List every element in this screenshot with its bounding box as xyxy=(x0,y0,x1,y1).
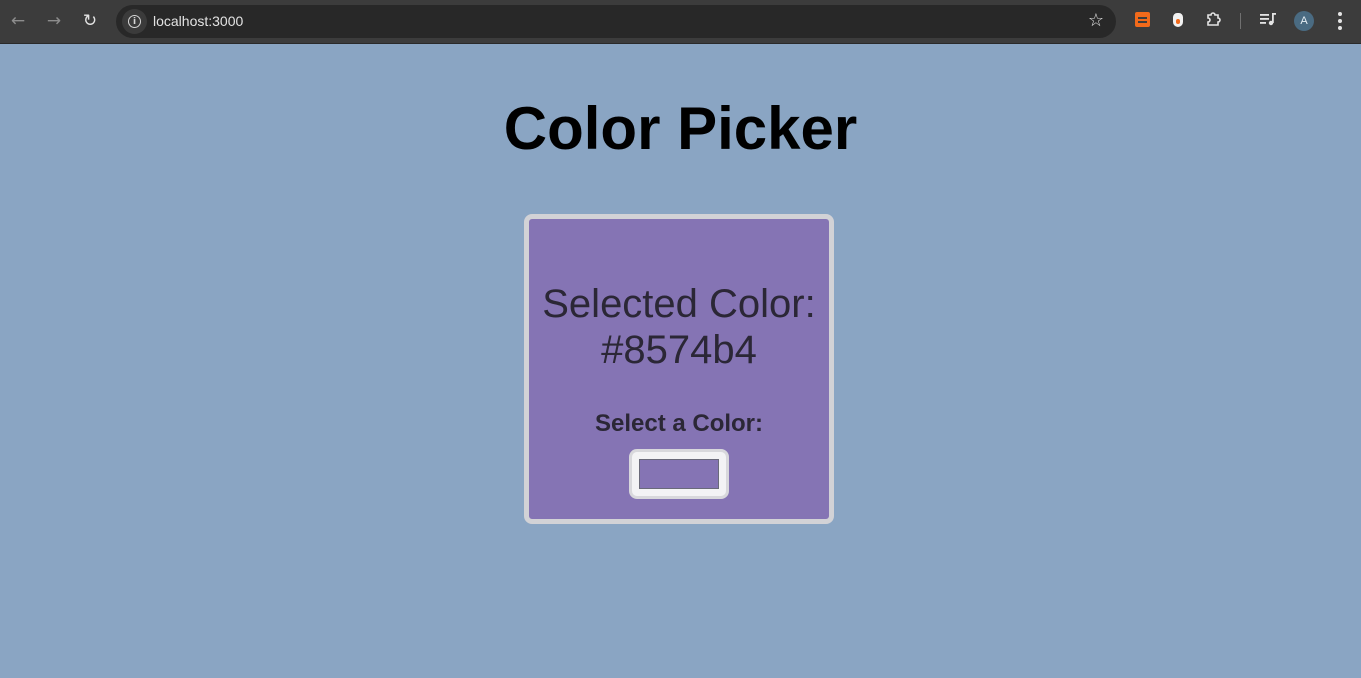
media-controls-icon[interactable] xyxy=(1259,10,1277,28)
avatar[interactable]: A xyxy=(1294,11,1314,31)
back-arrow-icon[interactable]: ← xyxy=(4,7,32,35)
forward-arrow-icon[interactable]: → xyxy=(40,7,68,35)
color-input[interactable] xyxy=(629,449,729,499)
address-bar[interactable]: i localhost:3000 ☆ xyxy=(116,5,1116,38)
selected-color-label: Selected Color: xyxy=(542,282,816,326)
kebab-menu-icon[interactable] xyxy=(1331,9,1349,33)
reload-icon[interactable]: ↻ xyxy=(76,7,104,35)
puzzle-icon[interactable] xyxy=(1205,10,1223,28)
color-preview-card: Selected Color: #8574b4 Select a Color: xyxy=(524,214,834,524)
browser-toolbar: ← → ↻ i localhost:3000 ☆ A xyxy=(0,0,1361,44)
color-swatch[interactable] xyxy=(639,459,719,489)
page-title: Color Picker xyxy=(503,95,858,162)
site-info-icon[interactable]: i xyxy=(122,9,147,34)
bookmark-star-icon[interactable]: ☆ xyxy=(1088,10,1104,31)
extension-icon[interactable] xyxy=(1173,13,1183,27)
toolbar-divider xyxy=(1240,13,1241,29)
selected-color-value: #8574b4 xyxy=(601,328,757,372)
select-color-label: Select a Color: xyxy=(594,410,764,437)
extension-icon[interactable] xyxy=(1135,12,1150,27)
selected-color-text: Selected Color: #8574b4 xyxy=(529,281,829,373)
url-text[interactable]: localhost:3000 xyxy=(153,13,243,29)
